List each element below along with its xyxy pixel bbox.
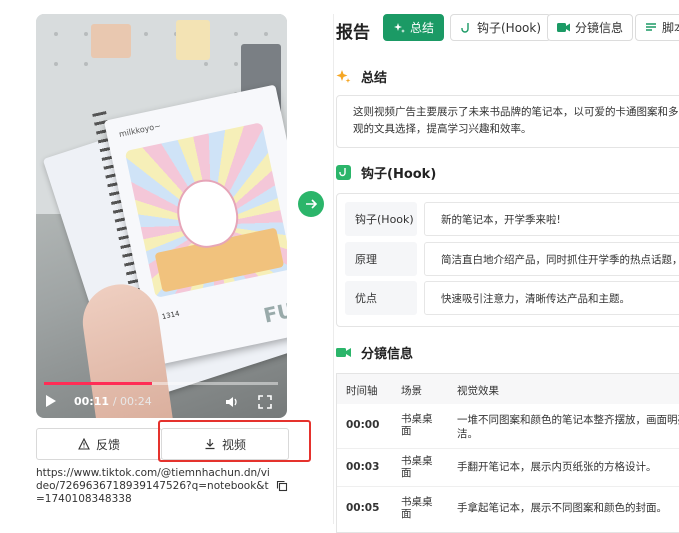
video-progress-fill: [44, 382, 152, 385]
summary-heading-text: 总结: [361, 71, 388, 86]
hook-value: 简洁直白地介绍产品，同时抓住开学季的热点话题，: [424, 242, 679, 276]
hook-value: 快速吸引注意力，清晰传达产品和主题。: [424, 281, 679, 315]
scene-location: 书桌桌面: [401, 455, 433, 479]
hook-row: 优点 快速吸引注意力，清晰传达产品和主题。: [345, 281, 679, 315]
feedback-label: 反馈: [95, 437, 120, 452]
scene-effect: 一堆不同图案和颜色的笔记本整齐摆放，画面明亮整: [457, 414, 679, 426]
row-divider: [337, 448, 679, 449]
scenes-heading: 分镜信息: [336, 343, 413, 362]
current-time: 00:11: [74, 395, 110, 408]
scene-time: 00:00: [346, 419, 380, 431]
hook-icon: [336, 165, 351, 180]
scenes-heading-text: 分镜信息: [361, 347, 414, 362]
scene-location: 书桌桌面: [401, 496, 433, 520]
fullscreen-icon[interactable]: [258, 395, 272, 409]
summary-line-2: 观的文具选择，提高学习兴趣和效率。: [353, 123, 532, 135]
scene-effect: 手拿起笔记本，展示不同图案和颜色的封面。: [457, 502, 667, 514]
report-title: 报告: [336, 23, 370, 43]
row-divider: [337, 486, 679, 487]
play-icon[interactable]: [46, 395, 56, 407]
column-time: 时间轴: [346, 385, 378, 397]
tab-script-label: 脚本: [662, 21, 679, 35]
copy-icon[interactable]: [276, 480, 288, 492]
column-divider: [333, 14, 334, 524]
volume-icon[interactable]: [225, 395, 239, 409]
tab-script[interactable]: 脚本: [635, 14, 679, 41]
hook-icon: [461, 22, 469, 33]
summary-line-1: 这则视频广告主要展示了未来书品牌的笔记本，以可爱的卡通图案和多: [353, 106, 679, 118]
warning-icon: [78, 438, 90, 450]
feedback-button[interactable]: 反馈: [36, 428, 162, 460]
hook-key: 原理: [345, 242, 417, 276]
tab-hook-label: 钩子(Hook): [477, 21, 542, 35]
hook-key: 钩子(Hook): [345, 202, 417, 236]
column-scene: 场景: [401, 385, 422, 397]
scene-time: 00:03: [346, 461, 380, 473]
next-arrow-button[interactable]: [298, 191, 324, 217]
arrow-right-icon: [306, 199, 318, 209]
notebook-lettering: FU: [261, 297, 287, 328]
scene-effect-cont: 洁。: [457, 428, 478, 440]
tab-hook[interactable]: 钩子(Hook): [450, 14, 552, 41]
tab-summary-label: 总结: [410, 21, 435, 35]
video-player[interactable]: milkkoyo~ 1314 FU 00:11 / 00:24: [36, 14, 287, 418]
video-time: 00:11 / 00:24: [74, 395, 152, 408]
scenes-table-header: 时间轴 场景 视觉效果: [337, 373, 679, 404]
hook-row: 钩子(Hook) 新的笔记本，开学季来啦!: [345, 202, 679, 236]
tab-summary[interactable]: 总结: [383, 14, 445, 41]
notebook-handle-text: milkkoyo~: [118, 121, 162, 139]
hook-heading-text: 钩子(Hook): [361, 167, 437, 182]
hook-table: 钩子(Hook) 新的笔记本，开学季来啦! 原理 简洁直白地介绍产品，同时抓住开…: [336, 193, 679, 327]
hook-heading: 钩子(Hook): [336, 163, 436, 182]
video-camera-icon: [336, 348, 351, 357]
summary-heading: 总结: [336, 67, 387, 86]
tab-scenes[interactable]: 分镜信息: [547, 14, 634, 41]
video-progress-bar[interactable]: [44, 382, 278, 385]
hook-value: 新的笔记本，开学季来啦!: [424, 202, 679, 236]
hook-key: 优点: [345, 281, 417, 315]
scene-location: 书桌桌面: [401, 413, 433, 437]
column-effect: 视觉效果: [457, 385, 499, 397]
scene-time: 00:05: [346, 502, 380, 514]
script-icon: [646, 22, 656, 31]
hook-row: 原理 简洁直白地介绍产品，同时抓住开学季的热点话题，: [345, 242, 679, 276]
highlight-box: [158, 420, 311, 462]
video-camera-icon: [557, 23, 570, 32]
sparkle-icon: [394, 22, 405, 33]
sparkle-icon: [336, 70, 351, 83]
scenes-table: 时间轴 场景 视觉效果 00:00 书桌桌面 一堆不同图案和颜色的笔记本整齐摆放…: [336, 373, 679, 533]
video-duration: / 00:24: [112, 395, 152, 408]
tab-scenes-label: 分镜信息: [575, 21, 624, 35]
scene-effect: 手翻开笔记本，展示内页纸张的方格设计。: [457, 461, 657, 473]
summary-text-box: 这则视频广告主要展示了未来书品牌的笔记本，以可爱的卡通图案和多 观的文具选择，提…: [336, 95, 679, 148]
notebook-number: 1314: [161, 309, 181, 322]
source-url[interactable]: https://www.tiktok.com/@tiemnhachun.dn/v…: [36, 467, 272, 506]
